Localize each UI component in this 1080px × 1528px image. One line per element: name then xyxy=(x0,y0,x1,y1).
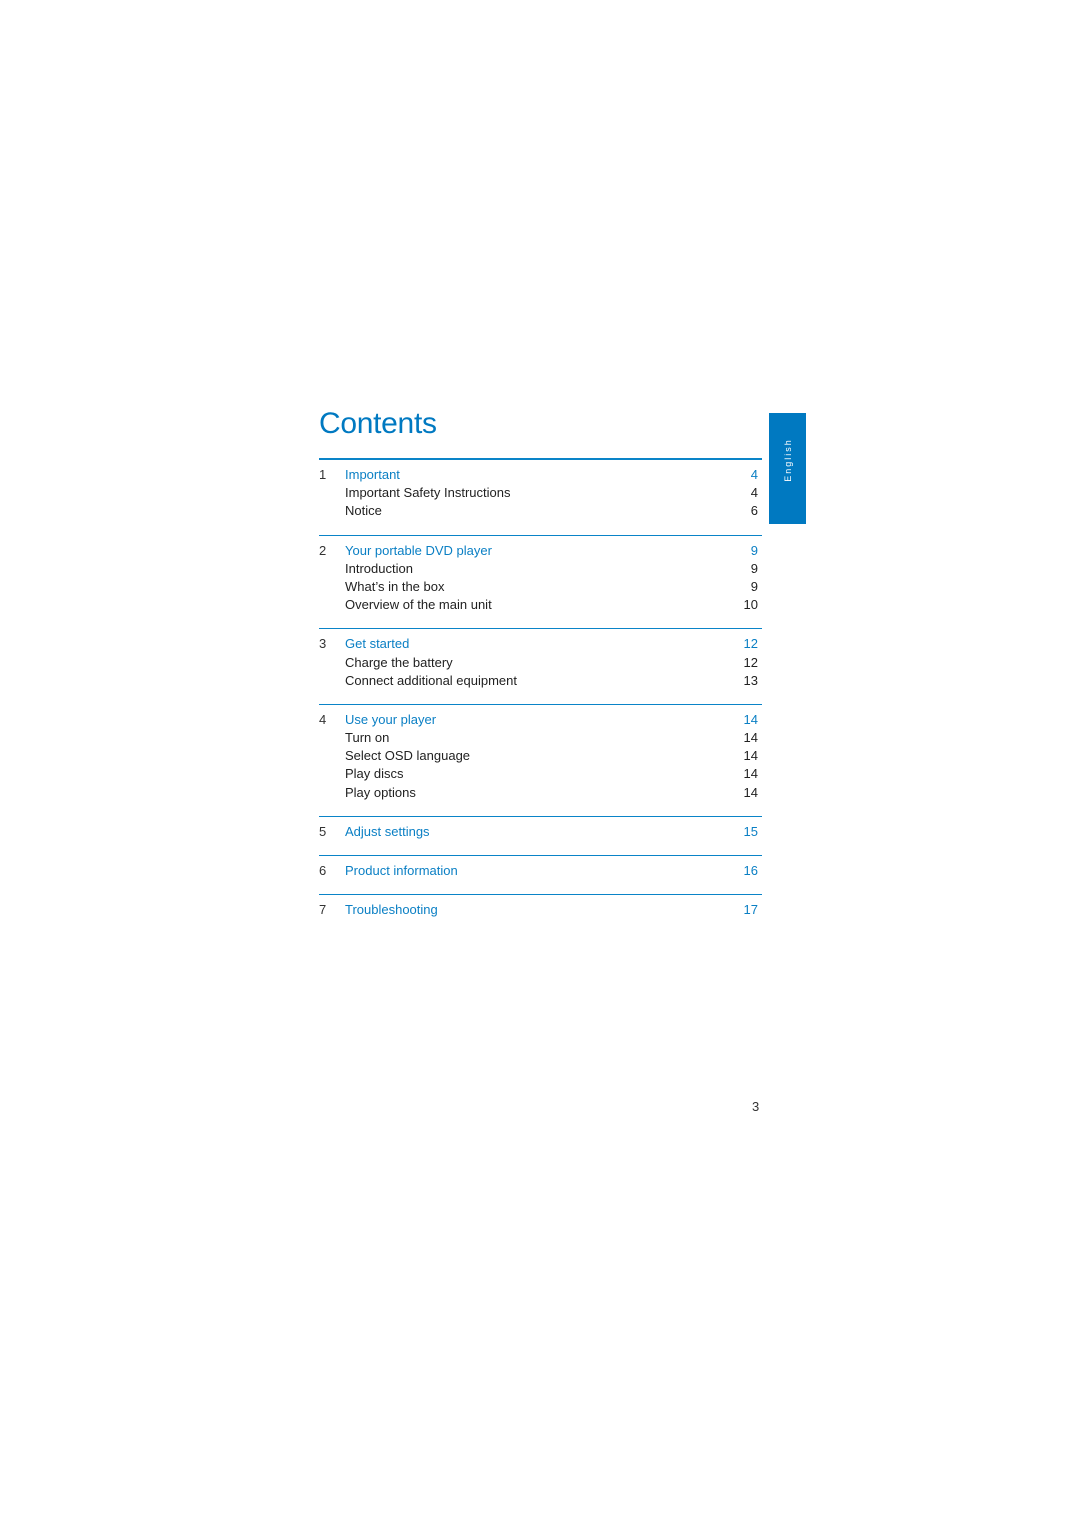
toc-item-label[interactable]: Play options xyxy=(345,784,744,802)
toc-item-page: 13 xyxy=(743,672,758,688)
toc-item-label[interactable]: Important Safety Instructions xyxy=(345,484,751,502)
section-number: 2 xyxy=(319,542,327,558)
section-page: 9 xyxy=(750,542,758,558)
toc-item[interactable]: What’s in the box 9 xyxy=(319,578,762,596)
section-page: 14 xyxy=(743,711,758,727)
section-number: 7 xyxy=(319,902,327,918)
toc-item[interactable]: Play discs 14 xyxy=(319,765,762,783)
section-page: 16 xyxy=(743,863,758,878)
toc-item-label[interactable]: What’s in the box xyxy=(345,578,751,596)
toc-section-heading[interactable]: 3 Get started 12 xyxy=(319,635,762,653)
toc-item[interactable]: Select OSD language 14 xyxy=(319,747,762,765)
section-page: 12 xyxy=(743,636,758,652)
toc-section-heading[interactable]: 1 Important 4 xyxy=(319,466,762,484)
toc-item-page: 14 xyxy=(743,784,758,800)
toc-item-label[interactable]: Play discs xyxy=(345,765,744,783)
toc-item[interactable]: Introduction 9 xyxy=(319,560,762,578)
toc-item-label[interactable]: Charge the battery xyxy=(345,654,744,672)
toc-section: 3 Get started 12 Charge the battery 12 C… xyxy=(319,628,762,704)
toc-item-label[interactable]: Introduction xyxy=(345,560,751,578)
toc-item-label[interactable]: Connect additional equipment xyxy=(345,672,744,690)
toc-item-label[interactable]: Turn on xyxy=(345,729,744,747)
toc-item-page: 14 xyxy=(743,730,758,746)
toc-section: 6 Product information 16 xyxy=(319,855,762,894)
toc-section: 7 Troubleshooting 17 xyxy=(319,894,762,933)
section-number: 3 xyxy=(319,636,327,652)
toc-item-page: 9 xyxy=(750,560,758,576)
table-of-contents: 1 Important 4 Important Safety Instructi… xyxy=(319,458,762,933)
section-title[interactable]: Troubleshooting xyxy=(345,901,744,919)
section-title[interactable]: Get started xyxy=(345,635,744,653)
toc-item-page: 12 xyxy=(743,654,758,670)
toc-section-heading[interactable]: 2 Your portable DVD player 9 xyxy=(319,542,762,560)
toc-item[interactable]: Connect additional equipment 13 xyxy=(319,672,762,690)
language-tab: English xyxy=(769,413,806,524)
page-title: Contents xyxy=(319,407,437,440)
toc-item[interactable]: Turn on 14 xyxy=(319,729,762,747)
section-page: 15 xyxy=(743,823,758,839)
toc-item-label[interactable]: Notice xyxy=(345,502,751,520)
section-number: 4 xyxy=(319,711,327,727)
page-number: 3 xyxy=(752,1099,760,1114)
toc-section: 4 Use your player 14 Turn on 14 Select O… xyxy=(319,703,762,816)
toc-item-page: 14 xyxy=(743,766,758,782)
toc-section-heading[interactable]: 5 Adjust settings 15 xyxy=(319,823,762,841)
section-page: 4 xyxy=(750,467,758,482)
toc-item-page: 9 xyxy=(750,578,758,594)
toc-item-page: 10 xyxy=(743,597,758,613)
toc-item-page: 14 xyxy=(743,748,758,764)
toc-section: 1 Important 4 Important Safety Instructi… xyxy=(319,458,762,535)
section-page: 17 xyxy=(743,902,758,918)
section-title[interactable]: Use your player xyxy=(345,711,744,729)
section-title[interactable]: Adjust settings xyxy=(345,823,744,841)
toc-section: 2 Your portable DVD player 9 Introductio… xyxy=(319,534,762,629)
toc-item-label[interactable]: Select OSD language xyxy=(345,747,744,765)
toc-item[interactable]: Important Safety Instructions 4 xyxy=(319,484,762,502)
section-title[interactable]: Important xyxy=(345,466,751,484)
toc-item[interactable]: Play options 14 xyxy=(319,784,762,802)
language-tab-label: English xyxy=(782,437,793,482)
toc-item[interactable]: Notice 6 xyxy=(319,502,762,520)
toc-section-heading[interactable]: 7 Troubleshooting 17 xyxy=(319,901,762,919)
section-number: 5 xyxy=(319,823,327,839)
section-number: 1 xyxy=(319,467,327,482)
toc-item-page: 6 xyxy=(750,503,758,519)
section-title[interactable]: Your portable DVD player xyxy=(345,542,751,560)
toc-item[interactable]: Overview of the main unit 10 xyxy=(319,596,762,614)
toc-item-page: 4 xyxy=(750,485,758,501)
toc-item[interactable]: Charge the battery 12 xyxy=(319,654,762,672)
toc-section-heading[interactable]: 4 Use your player 14 xyxy=(319,711,762,729)
toc-section-heading[interactable]: 6 Product information 16 xyxy=(319,862,762,880)
section-title[interactable]: Product information xyxy=(345,862,744,880)
section-number: 6 xyxy=(319,863,327,878)
toc-section: 5 Adjust settings 15 xyxy=(319,815,762,855)
toc-item-label[interactable]: Overview of the main unit xyxy=(345,596,744,614)
